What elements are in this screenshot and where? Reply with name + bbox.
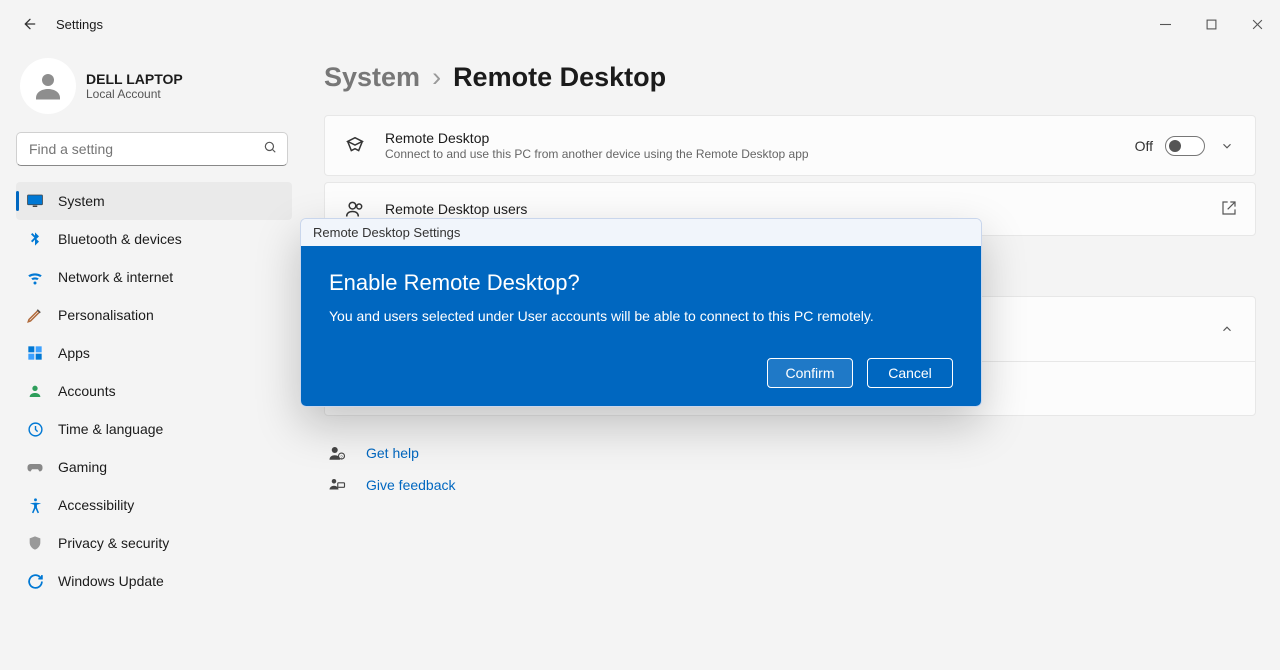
remote-desktop-subtitle: Connect to and use this PC from another … bbox=[385, 147, 1117, 161]
sidebar-item-windows-update[interactable]: Windows Update bbox=[16, 562, 292, 600]
help-icon: ? bbox=[328, 444, 348, 462]
sidebar-item-label: Accessibility bbox=[58, 497, 134, 513]
breadcrumb: System › Remote Desktop bbox=[324, 62, 1256, 93]
sidebar-item-label: Bluetooth & devices bbox=[58, 231, 182, 247]
time-icon bbox=[26, 420, 44, 438]
sidebar-item-label: Accounts bbox=[58, 383, 116, 399]
window-controls bbox=[1142, 8, 1280, 40]
sidebar-item-label: Time & language bbox=[58, 421, 163, 437]
dialog-actions: Confirm Cancel bbox=[329, 358, 953, 388]
sidebar-item-label: System bbox=[58, 193, 105, 209]
sidebar-item-time-language[interactable]: Time & language bbox=[16, 410, 292, 448]
chevron-right-icon: › bbox=[432, 62, 441, 93]
dialog-heading: Enable Remote Desktop? bbox=[329, 270, 953, 296]
titlebar: Settings bbox=[0, 0, 1280, 48]
expand-chevron-down-icon[interactable] bbox=[1217, 136, 1237, 156]
close-button[interactable] bbox=[1234, 8, 1280, 40]
sidebar-item-label: Network & internet bbox=[58, 269, 173, 285]
minimize-button[interactable] bbox=[1142, 8, 1188, 40]
bluetooth-icon bbox=[26, 230, 44, 248]
sidebar: DELL LAPTOP Local Account System Bluetoo… bbox=[0, 48, 300, 670]
enable-remote-desktop-dialog: Remote Desktop Settings Enable Remote De… bbox=[300, 218, 982, 407]
remote-desktop-users-title: Remote Desktop users bbox=[385, 201, 1203, 217]
sidebar-item-apps[interactable]: Apps bbox=[16, 334, 292, 372]
cancel-button[interactable]: Cancel bbox=[867, 358, 953, 388]
give-feedback-label: Give feedback bbox=[366, 477, 456, 493]
sidebar-item-gaming[interactable]: Gaming bbox=[16, 448, 292, 486]
sidebar-item-accounts[interactable]: Accounts bbox=[16, 372, 292, 410]
dialog-titlebar: Remote Desktop Settings bbox=[301, 219, 981, 246]
profile-block[interactable]: DELL LAPTOP Local Account bbox=[16, 58, 292, 114]
system-icon bbox=[26, 192, 44, 210]
sidebar-item-label: Gaming bbox=[58, 459, 107, 475]
breadcrumb-parent[interactable]: System bbox=[324, 62, 420, 93]
collapse-chevron-up-icon[interactable] bbox=[1217, 319, 1237, 339]
avatar bbox=[20, 58, 76, 114]
accessibility-icon bbox=[26, 496, 44, 514]
sidebar-item-accessibility[interactable]: Accessibility bbox=[16, 486, 292, 524]
profile-name: DELL LAPTOP bbox=[86, 71, 183, 87]
confirm-button[interactable]: Confirm bbox=[767, 358, 853, 388]
gaming-icon bbox=[26, 458, 44, 476]
search-box[interactable] bbox=[16, 132, 288, 166]
privacy-icon bbox=[26, 534, 44, 552]
personalisation-icon bbox=[26, 306, 44, 324]
profile-account-type: Local Account bbox=[86, 87, 183, 101]
dialog-message: You and users selected under User accoun… bbox=[329, 308, 953, 324]
search-icon bbox=[263, 140, 277, 159]
remote-desktop-toggle[interactable] bbox=[1165, 136, 1205, 156]
sidebar-item-personalisation[interactable]: Personalisation bbox=[16, 296, 292, 334]
page-title: Remote Desktop bbox=[453, 62, 666, 93]
network-icon bbox=[26, 268, 44, 286]
sidebar-item-label: Windows Update bbox=[58, 573, 164, 589]
remote-desktop-state-label: Off bbox=[1135, 138, 1153, 154]
sidebar-item-bluetooth[interactable]: Bluetooth & devices bbox=[16, 220, 292, 258]
update-icon bbox=[26, 572, 44, 590]
get-help-label: Get help bbox=[366, 445, 419, 461]
back-arrow-icon bbox=[22, 16, 38, 32]
avatar-placeholder-icon bbox=[30, 68, 66, 104]
sidebar-item-system[interactable]: System bbox=[16, 182, 292, 220]
apps-icon bbox=[26, 344, 44, 362]
feedback-icon bbox=[328, 476, 348, 494]
window-title: Settings bbox=[56, 17, 103, 32]
help-links: ? Get help Give feedback bbox=[324, 444, 1256, 494]
back-button[interactable] bbox=[14, 8, 46, 40]
maximize-button[interactable] bbox=[1188, 8, 1234, 40]
external-link-icon bbox=[1221, 200, 1237, 219]
sidebar-item-label: Privacy & security bbox=[58, 535, 169, 551]
give-feedback-link[interactable]: Give feedback bbox=[324, 476, 1256, 494]
sidebar-item-label: Apps bbox=[58, 345, 90, 361]
search-input[interactable] bbox=[27, 140, 263, 158]
sidebar-item-network[interactable]: Network & internet bbox=[16, 258, 292, 296]
sidebar-item-label: Personalisation bbox=[58, 307, 154, 323]
accounts-icon bbox=[26, 382, 44, 400]
get-help-link[interactable]: ? Get help bbox=[324, 444, 1256, 462]
sidebar-item-privacy[interactable]: Privacy & security bbox=[16, 524, 292, 562]
remote-desktop-title: Remote Desktop bbox=[385, 130, 1117, 146]
remote-desktop-card: Remote Desktop Connect to and use this P… bbox=[324, 115, 1256, 176]
remote-desktop-icon bbox=[343, 134, 367, 158]
